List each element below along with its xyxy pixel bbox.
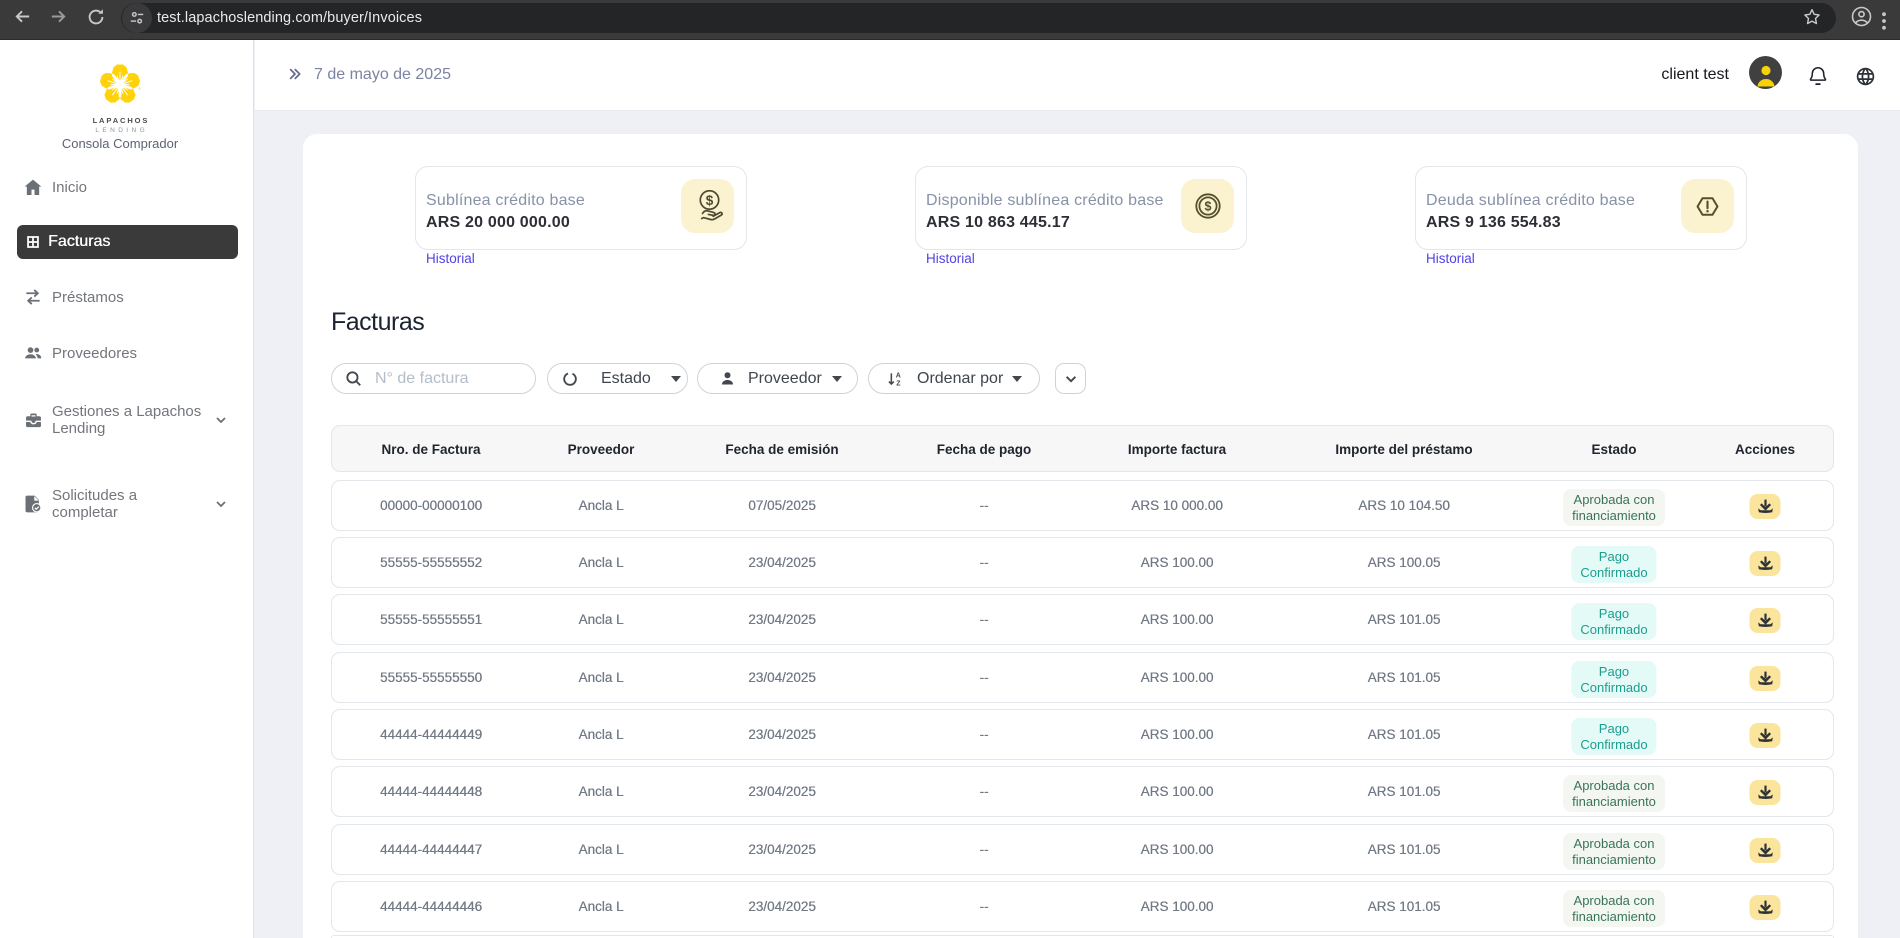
svg-text:®: ®	[138, 86, 141, 91]
svg-text:$: $	[1204, 200, 1211, 214]
svg-text:Z: Z	[896, 380, 901, 386]
svg-text:$: $	[705, 193, 713, 208]
svg-text:A: A	[896, 372, 901, 379]
